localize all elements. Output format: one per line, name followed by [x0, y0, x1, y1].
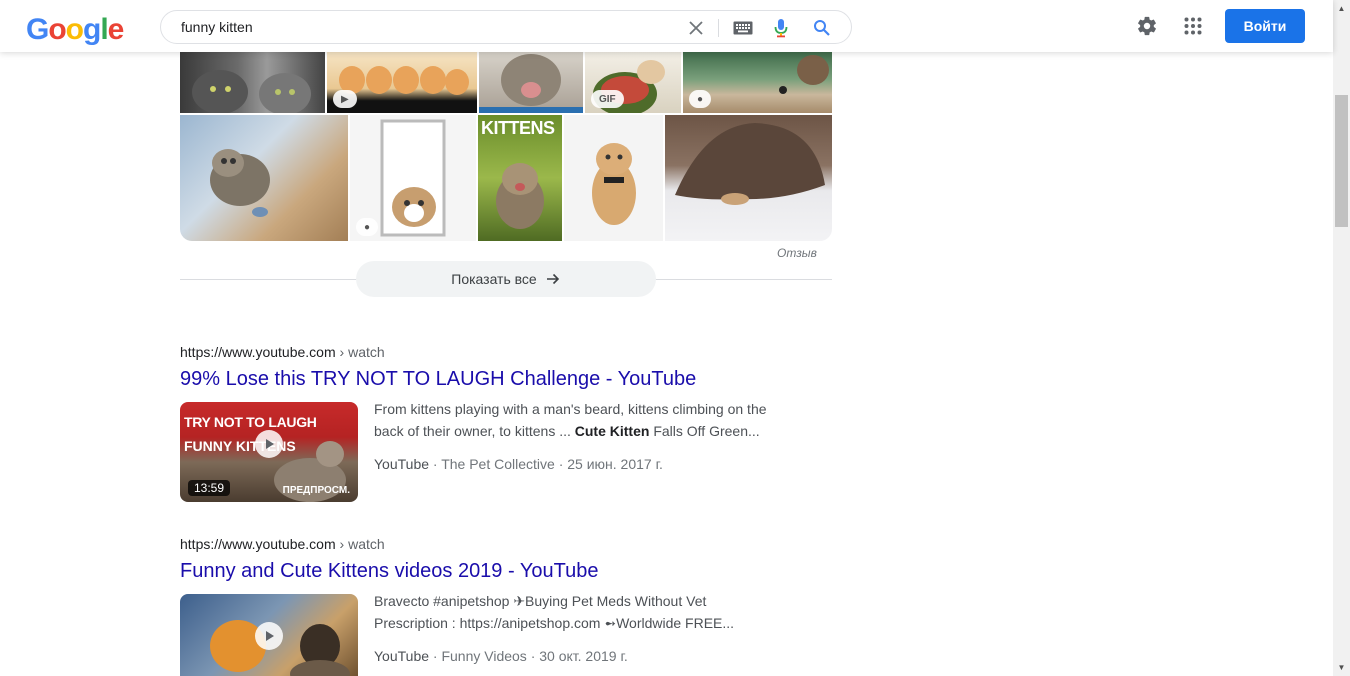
logo-letter: o [65, 13, 84, 46]
video-duration: 13:59 [188, 480, 231, 496]
image-tile[interactable] [180, 52, 325, 113]
result-source: YouTube [374, 456, 430, 472]
logo-letter: l [100, 13, 108, 46]
logo-letter: e [107, 13, 125, 46]
scroll-down-arrow-icon[interactable]: ▼ [1333, 659, 1350, 676]
search-result: https://www.youtube.com › watch Funny an… [180, 534, 800, 676]
search-box[interactable] [160, 10, 852, 44]
search-icon[interactable] [811, 17, 833, 39]
snippet-highlight: Cute Kitten [574, 423, 650, 439]
image-tile[interactable] [564, 115, 663, 241]
video-thumbnail[interactable] [180, 594, 358, 676]
result-snippet: From kittens playing with a man's beard,… [374, 398, 774, 442]
page-scrollbar[interactable]: ▲ ▼ [1333, 0, 1350, 676]
search-divider [718, 19, 719, 37]
preview-label[interactable]: ПРЕДПРОСМ. [283, 485, 350, 496]
clear-icon[interactable] [685, 17, 707, 39]
result-snippet: Bravecto #anipetshop ✈Buying Pet Meds Wi… [374, 590, 774, 634]
logo-letter: o [48, 13, 66, 46]
snippet-text: Falls Off Green... [649, 423, 760, 439]
image-results-grid: ▶ GIF ● ● KITTENS [180, 52, 832, 241]
sign-in-button[interactable]: Войти [1225, 9, 1305, 43]
feedback-link[interactable]: Отзыв [777, 246, 817, 260]
microphone-icon[interactable] [770, 17, 792, 39]
arrow-right-icon [546, 273, 559, 285]
search-result: https://www.youtube.com › watch 99% Lose… [180, 342, 800, 502]
image-tile[interactable]: ● [350, 115, 476, 241]
result-body: TRY NOT TO LAUGH FUNNY KITTENS 13:59 ПРЕ… [180, 401, 800, 502]
google-logo[interactable]: G o o g l e [26, 13, 124, 46]
video-thumbnail[interactable]: TRY NOT TO LAUGH FUNNY KITTENS 13:59 ПРЕ… [180, 402, 358, 502]
image-tile[interactable] [479, 52, 583, 113]
result-meta-details: · The Pet Collective · 25 июн. 2017 г. [429, 456, 663, 472]
video-badge-icon: ▶ [333, 90, 357, 108]
result-body: Bravecto #anipetshop ✈Buying Pet Meds Wi… [180, 593, 800, 676]
keyboard-icon[interactable] [732, 17, 754, 39]
result-domain: https://www.youtube.com [180, 344, 336, 360]
result-domain: https://www.youtube.com [180, 536, 336, 552]
result-title-link[interactable]: Funny and Cute Kittens videos 2019 - You… [180, 558, 800, 584]
result-title-link[interactable]: 99% Lose this TRY NOT TO LAUGH Challenge… [180, 366, 800, 392]
image-tile[interactable]: ● [683, 52, 832, 113]
settings-gear-icon[interactable] [1135, 14, 1159, 38]
result-url[interactable]: https://www.youtube.com › watch [180, 534, 800, 554]
result-url[interactable]: https://www.youtube.com › watch [180, 342, 800, 362]
play-icon [255, 430, 283, 458]
search-input[interactable] [181, 11, 661, 43]
scrollbar-thumb[interactable] [1335, 95, 1348, 227]
result-breadcrumb: › watch [335, 536, 385, 552]
gif-badge: GIF [591, 90, 624, 108]
result-source: YouTube [374, 648, 430, 664]
image-tile[interactable]: ▶ [327, 52, 477, 113]
image-tile[interactable]: GIF [585, 52, 681, 113]
apps-grid-icon[interactable] [1181, 14, 1205, 38]
logo-letter: G [26, 13, 49, 46]
image-tile[interactable] [665, 115, 832, 241]
image-tile[interactable]: KITTENS [478, 115, 562, 241]
image-tile[interactable] [180, 115, 348, 241]
snippet-text: Bravecto #anipetshop ✈Buying Pet Meds Wi… [374, 593, 735, 631]
scroll-up-arrow-icon[interactable]: ▲ [1333, 0, 1350, 17]
show-all-label: Показать все [451, 271, 537, 287]
result-meta: YouTube · Funny Videos · 30 окт. 2019 г. [374, 646, 628, 666]
result-breadcrumb: › watch [335, 344, 385, 360]
top-header: G o o g l e Войти [0, 0, 1333, 52]
result-meta-details: · Funny Videos · 30 окт. 2019 г. [429, 648, 628, 664]
kittens-cover-title: KITTENS [481, 118, 555, 138]
show-all-button[interactable]: Показать все [356, 261, 656, 297]
play-icon [255, 622, 283, 650]
tag-badge-icon: ● [356, 218, 379, 236]
logo-letter: g [83, 13, 101, 46]
result-meta: YouTube · The Pet Collective · 25 июн. 2… [374, 454, 663, 474]
tag-badge-icon: ● [689, 90, 712, 108]
